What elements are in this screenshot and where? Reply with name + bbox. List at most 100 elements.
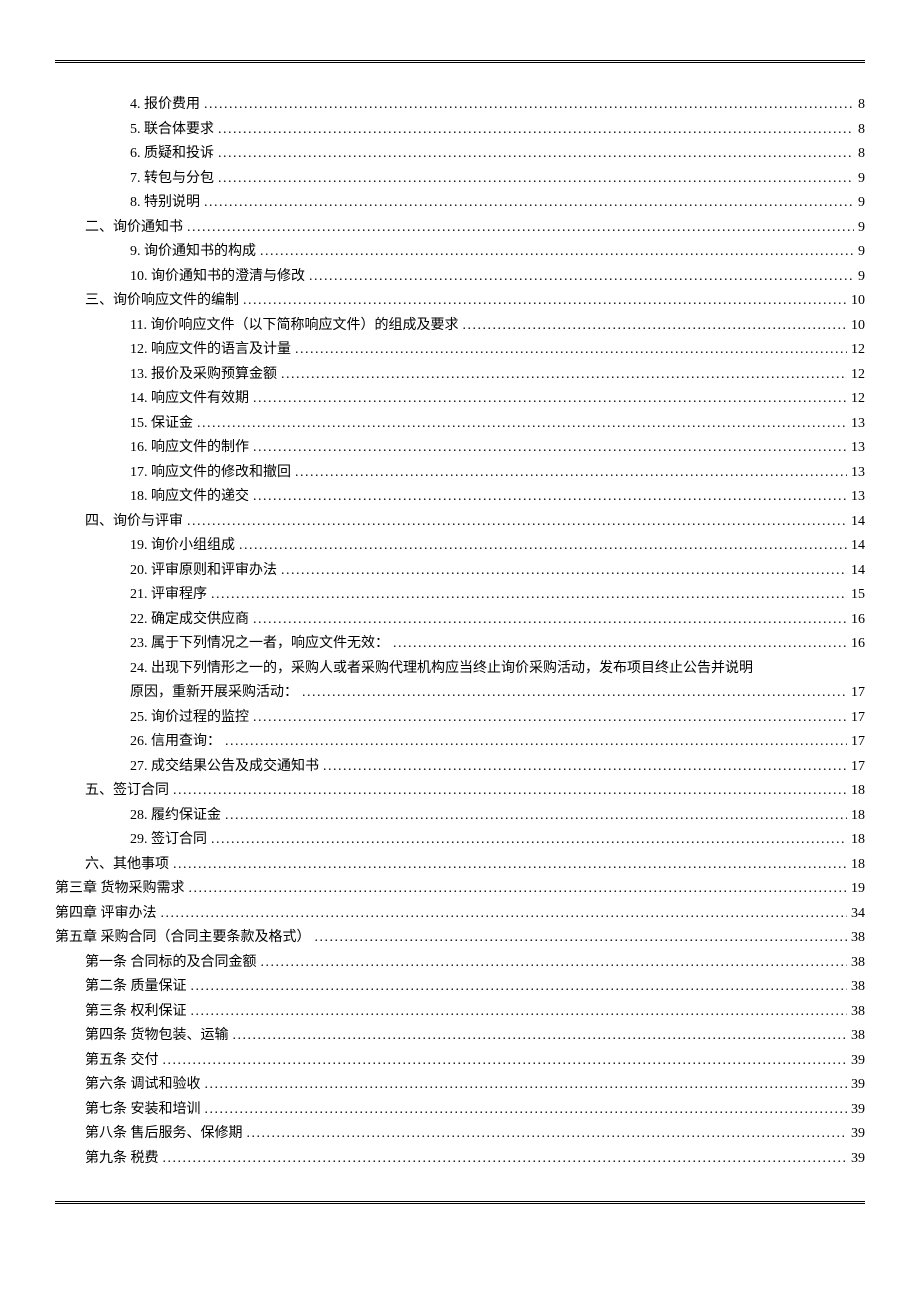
toc-entry: 第五章 采购合同（合同主要条款及格式）38: [55, 926, 865, 951]
toc-dots: [233, 1024, 848, 1049]
toc-label: 4. 报价费用: [130, 93, 200, 118]
toc-page: 13: [851, 485, 865, 510]
toc-dots: [205, 1098, 848, 1123]
toc-label: 13. 报价及采购预算金额: [130, 363, 277, 388]
toc-entry: 第三条 权利保证38: [55, 1000, 865, 1025]
toc-page: 39: [851, 1122, 865, 1147]
toc-page: 18: [851, 853, 865, 878]
toc-label: 24. 出现下列情形之一的，采购人或者采购代理机构应当终止询价采购活动，发布项目…: [130, 657, 753, 682]
toc-entry: 第五条 交付39: [55, 1049, 865, 1074]
toc-page: 16: [851, 632, 865, 657]
toc-page: 38: [851, 951, 865, 976]
toc-entry: 10. 询价通知书的澄清与修改9: [55, 265, 865, 290]
toc-entry: 29. 签订合同18: [55, 828, 865, 853]
toc-entry: 16. 响应文件的制作 13: [55, 436, 865, 461]
toc-page: 15: [851, 583, 865, 608]
toc-page: 8: [858, 142, 865, 167]
toc-page: 13: [851, 436, 865, 461]
toc-entry: 28. 履约保证金18: [55, 804, 865, 829]
toc-page: 12: [851, 387, 865, 412]
toc-dots: [253, 485, 847, 510]
toc-label: 第一条 合同标的及合同金额: [85, 951, 257, 976]
toc-label: 五、签订合同: [85, 779, 169, 804]
toc-dots: [204, 93, 854, 118]
toc-dots: [205, 1073, 848, 1098]
toc-label: 四、询价与评审: [85, 510, 183, 535]
toc-label: 六、其他事项: [85, 853, 169, 878]
toc-label: 23. 属于下列情况之一者，响应文件无效：: [130, 632, 389, 657]
toc-dots: [218, 118, 854, 143]
toc-dots: [191, 1000, 848, 1025]
toc-page: 39: [851, 1049, 865, 1074]
toc-dots: [281, 363, 847, 388]
toc-dots: [218, 167, 854, 192]
toc-entry: 第六条 调试和验收39: [55, 1073, 865, 1098]
toc-label: 29. 签订合同: [130, 828, 207, 853]
toc-dots: [191, 975, 848, 1000]
toc-entry: 三、询价响应文件的编制10: [55, 289, 865, 314]
toc-label: 第九条 税费: [85, 1147, 159, 1172]
toc-label: 11. 询价响应文件（以下简称响应文件）的组成及要求: [130, 314, 458, 339]
toc-dots: [309, 265, 854, 290]
toc-page: 16: [851, 608, 865, 633]
toc-entry: 5. 联合体要求8: [55, 118, 865, 143]
toc-entry: 第四条 货物包装、运输38: [55, 1024, 865, 1049]
toc-dots: [281, 559, 847, 584]
toc-dots: [187, 510, 847, 535]
toc-entry: 25. 询价过程的监控 17: [55, 706, 865, 731]
toc-entry: 11. 询价响应文件（以下简称响应文件）的组成及要求10: [55, 314, 865, 339]
toc-page: 8: [858, 93, 865, 118]
page-bottom-border: [55, 1201, 865, 1204]
toc-label: 21. 评审程序: [130, 583, 207, 608]
toc-entry: 19. 询价小组组成14: [55, 534, 865, 559]
toc-label: 15. 保证金: [130, 412, 193, 437]
toc-page: 14: [851, 559, 865, 584]
toc-dots: [163, 1049, 848, 1074]
toc-dots: [173, 779, 847, 804]
toc-label: 12. 响应文件的语言及计量: [130, 338, 291, 363]
toc-page: 39: [851, 1098, 865, 1123]
toc-dots: [204, 191, 854, 216]
toc-page: 38: [851, 1000, 865, 1025]
toc-dots: [295, 461, 847, 486]
toc-dots: [295, 338, 847, 363]
toc-page: 17: [851, 755, 865, 780]
toc-entry: 12. 响应文件的语言及计量12: [55, 338, 865, 363]
toc-entry: 7. 转包与分包9: [55, 167, 865, 192]
toc-label: 25. 询价过程的监控: [130, 706, 249, 731]
toc-entry: 8. 特别说明9: [55, 191, 865, 216]
toc-entry: 四、询价与评审 14: [55, 510, 865, 535]
toc-entry: 17. 响应文件的修改和撤回13: [55, 461, 865, 486]
toc-label: 第四章 评审办法: [55, 902, 157, 927]
toc-entry: 24. 出现下列情形之一的，采购人或者采购代理机构应当终止询价采购活动，发布项目…: [55, 657, 865, 682]
toc-entry: 五、签订合同18: [55, 779, 865, 804]
toc-page: 9: [858, 265, 865, 290]
toc-dots: [393, 632, 847, 657]
toc-label: 28. 履约保证金: [130, 804, 221, 829]
toc-page: 14: [851, 510, 865, 535]
toc-label: 第八条 售后服务、保修期: [85, 1122, 243, 1147]
toc-dots: [323, 755, 847, 780]
toc-dots: [243, 289, 847, 314]
toc-label: 7. 转包与分包: [130, 167, 214, 192]
toc-dots: [260, 240, 854, 265]
toc-page: 10: [851, 289, 865, 314]
toc-page: 39: [851, 1073, 865, 1098]
toc-entry: 4. 报价费用 8: [55, 93, 865, 118]
toc-label: 16. 响应文件的制作: [130, 436, 249, 461]
toc-entry: 21. 评审程序 15: [55, 583, 865, 608]
toc-page: 9: [858, 191, 865, 216]
toc-label: 第七条 安装和培训: [85, 1098, 201, 1123]
toc-label: 9. 询价通知书的构成: [130, 240, 256, 265]
toc-page: 14: [851, 534, 865, 559]
toc-page: 38: [851, 975, 865, 1000]
toc-dots: [218, 142, 854, 167]
toc-label: 27. 成交结果公告及成交通知书: [130, 755, 319, 780]
toc-dots: [163, 1147, 848, 1172]
toc-dots: [302, 681, 847, 706]
toc-dots: [253, 436, 847, 461]
toc-page: 17: [851, 706, 865, 731]
toc-dots: [462, 314, 847, 339]
toc-entry: 23. 属于下列情况之一者，响应文件无效： 16: [55, 632, 865, 657]
toc-label: 18. 响应文件的递交: [130, 485, 249, 510]
